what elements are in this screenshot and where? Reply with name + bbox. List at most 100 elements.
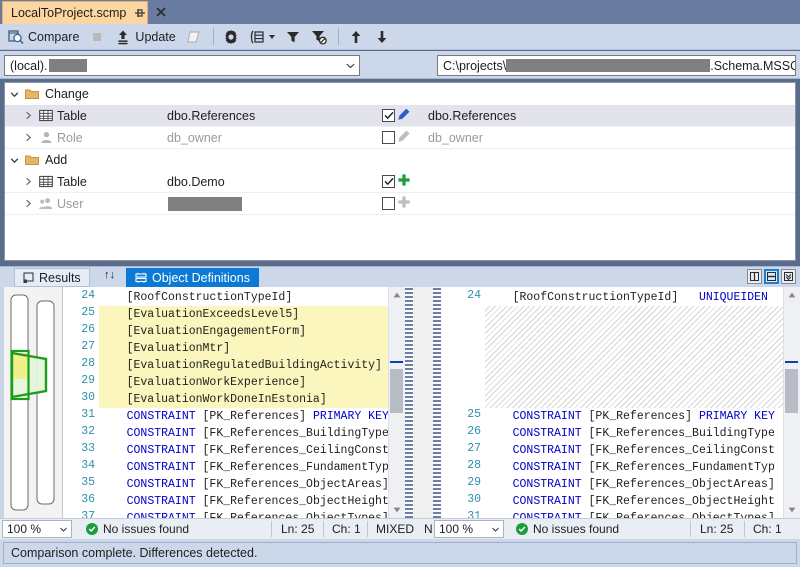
chevron-down-icon — [268, 34, 275, 39]
source-redacted-block — [168, 196, 242, 211]
tree-row-action[interactable] — [382, 107, 428, 124]
right-code-pane[interactable]: 24 25 26 27 28 29 30 31 [RoofConstructionTypeId… — [433, 287, 800, 518]
pin-icon[interactable] — [132, 5, 148, 21]
left-issues-status[interactable]: No issues found — [86, 519, 189, 539]
options-button[interactable] — [219, 26, 243, 48]
code-line: CONSTRAINT [FK_References_BuildingTypes — [126, 427, 396, 440]
tab-results[interactable]: Results — [14, 268, 90, 287]
diff-gap-hatch — [485, 323, 785, 340]
sort-toggle-button[interactable]: ↑↓ — [104, 269, 115, 281]
tab-object-definitions[interactable]: Object Definitions — [126, 268, 259, 287]
stop-button[interactable] — [85, 26, 109, 48]
code-line: [RoofConstructionTypeId] UNIQUEIDEN — [485, 291, 768, 304]
diff-overview-map[interactable] — [0, 287, 63, 518]
table-row[interactable]: Table dbo.References dbo.References — [5, 105, 795, 127]
vertical-split-view-button[interactable] — [747, 269, 762, 284]
right-scroll-up-arrow[interactable] — [784, 287, 800, 303]
row-checkbox[interactable] — [382, 175, 395, 188]
group-expander[interactable] — [5, 90, 23, 99]
right-issues-status[interactable]: No issues found — [516, 519, 619, 539]
diff-gap-hatch — [485, 374, 785, 391]
table-row[interactable]: User — [5, 193, 795, 215]
right-line-number-gutter: 24 25 26 27 28 29 30 31 — [441, 287, 485, 518]
pane-splitter[interactable] — [413, 287, 433, 518]
left-column-indicator: Ch: 1 — [332, 522, 361, 536]
code-line: [EvaluationRegulatedBuildingActivity] — [99, 359, 382, 372]
table-icon — [39, 109, 53, 122]
chevron-down-icon — [59, 527, 67, 532]
left-line-indicator: Ln: 25 — [281, 522, 315, 536]
right-scroll-thumb[interactable] — [785, 369, 798, 413]
left-scroll-up-arrow[interactable] — [389, 287, 405, 303]
document-tab-strip: LocalToProject.scmp — [0, 0, 800, 24]
line-number: 31 — [81, 408, 95, 421]
table-row[interactable]: Role db_owner db_owner — [5, 127, 795, 149]
table-row[interactable]: Table dbo.Demo — [5, 171, 795, 193]
right-scroll-down-arrow[interactable] — [784, 502, 800, 518]
right-zoom-chevron[interactable] — [487, 527, 503, 532]
line-number: 27 — [81, 340, 95, 353]
compare-button[interactable]: Compare — [4, 26, 83, 48]
group-expander[interactable] — [5, 156, 23, 165]
left-scroll-thumb[interactable] — [390, 369, 403, 413]
inline-view-button[interactable] — [781, 269, 796, 284]
view-mode-buttons — [747, 269, 796, 284]
document-tab[interactable]: LocalToProject.scmp — [2, 1, 166, 24]
pin-icon-svg — [135, 9, 146, 17]
chevron-down-icon — [10, 91, 18, 97]
right-vertical-scrollbar[interactable] — [783, 287, 800, 518]
comparison-results-tree[interactable]: Change Table dbo.References dbo.References R… — [4, 82, 796, 261]
tree-row-action[interactable] — [382, 173, 428, 190]
toolbar-separator-2 — [337, 28, 339, 45]
left-code-area[interactable]: [RoofConstructionTypeId] U [EvaluationEx… — [99, 287, 413, 518]
row-expander[interactable] — [5, 133, 37, 142]
left-code-pane[interactable]: 24 25 26 27 28 29 30 31 32 33 34 35 36 37 [RoofConstr… — [63, 287, 413, 518]
left-vertical-scrollbar[interactable] — [388, 287, 405, 518]
source-combo-chevron[interactable] — [342, 56, 359, 75]
results-grid-icon — [23, 271, 34, 283]
left-issues-label: No issues found — [103, 522, 190, 536]
previous-difference-button[interactable] — [344, 26, 368, 48]
generate-script-button[interactable] — [182, 26, 206, 48]
left-scroll-down-arrow[interactable] — [389, 502, 405, 518]
row-expander[interactable] — [5, 199, 37, 208]
tree-row-action[interactable] — [382, 195, 428, 212]
line-number: 24 — [81, 289, 95, 302]
diff-gap-hatch — [485, 391, 785, 408]
tree-row-action[interactable] — [382, 129, 428, 146]
close-icon[interactable] — [154, 5, 168, 21]
chevron-right-icon — [25, 177, 31, 186]
line-number: 28 — [81, 357, 95, 370]
row-expander[interactable] — [5, 111, 37, 120]
arrow-up-icon — [393, 292, 401, 298]
left-zoom-combo[interactable]: 100 % — [2, 520, 72, 538]
target-connection-combo[interactable]: C:\projects\ .Schema.MSSQL — [437, 55, 796, 76]
status-divider-1 — [271, 521, 272, 537]
left-diff-ribbon — [405, 287, 413, 518]
next-difference-button[interactable] — [370, 26, 394, 48]
source-connection-combo[interactable]: (local). — [4, 55, 360, 76]
chevron-right-icon — [25, 133, 31, 142]
update-button[interactable]: Update — [111, 26, 179, 48]
right-code-area[interactable]: [RoofConstructionTypeId] UNIQUEIDEN CONS… — [485, 287, 800, 518]
vertical-split-icon — [750, 272, 759, 281]
filter-button[interactable] — [281, 26, 305, 48]
row-checkbox[interactable] — [382, 197, 395, 210]
row-expander[interactable] — [5, 177, 37, 186]
row-checkbox[interactable] — [382, 109, 395, 122]
grouping-button[interactable] — [245, 26, 279, 48]
tree-group-row[interactable]: Add — [5, 149, 795, 171]
right-zoom-combo[interactable]: 100 % — [434, 520, 504, 538]
left-zoom-chevron[interactable] — [55, 527, 71, 532]
line-number: 28 — [467, 459, 481, 472]
close-icon-svg — [156, 7, 166, 17]
tree-group-label: Change — [45, 87, 89, 101]
clear-filter-button[interactable] — [307, 26, 331, 48]
horizontal-split-view-button[interactable] — [764, 269, 779, 284]
chevron-right-icon — [25, 111, 31, 120]
row-checkbox[interactable] — [382, 131, 395, 144]
diff-viewer: 24 25 26 27 28 29 30 31 32 33 34 35 36 37 [RoofConstr… — [0, 287, 800, 518]
main-toolbar: Compare Update — [0, 24, 800, 50]
target-redacted-block — [506, 59, 711, 72]
tree-group-row[interactable]: Change — [5, 83, 795, 105]
